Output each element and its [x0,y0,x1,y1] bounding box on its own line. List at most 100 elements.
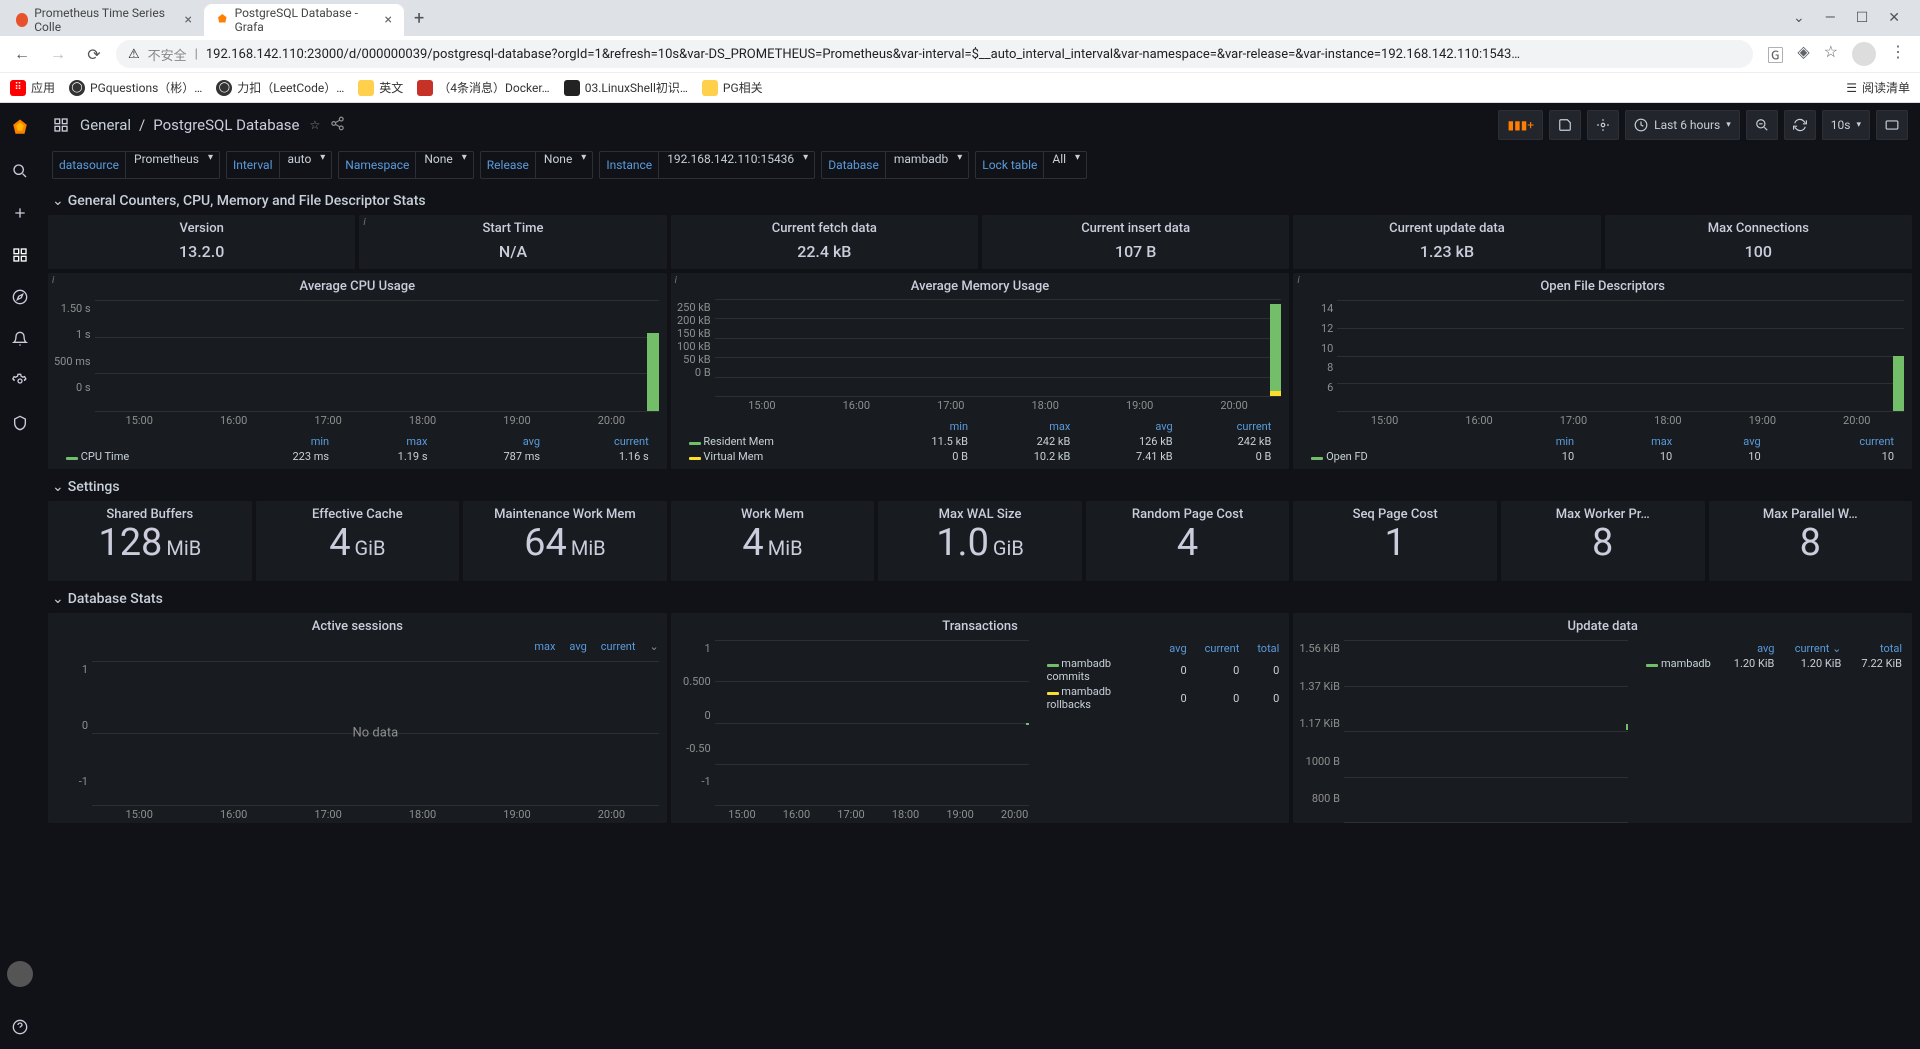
var-locktable[interactable]: All [1043,151,1087,179]
save-button[interactable] [1549,110,1581,140]
bookmark-item[interactable]: 03.LinuxShell初识… [564,79,688,96]
alerts-icon[interactable] [8,327,32,351]
close-icon[interactable]: × [385,12,392,28]
bookmarks-bar: ⠿应用 ◯PGquestions（彬）… ◯力扣（LeetCode）… 英文 （… [0,72,1920,102]
tab-bar: Prometheus Time Series Colle × PostgreSQ… [0,0,1920,36]
var-datasource[interactable]: Prometheus [125,151,220,179]
plot-area[interactable] [95,300,659,412]
shield-icon[interactable] [8,411,32,435]
nodata-label: No data [353,726,399,741]
apps-button[interactable]: ⠿应用 [10,79,55,96]
extension-icon[interactable]: ◈ [1797,42,1809,66]
var-label: Lock table [975,151,1043,179]
user-avatar[interactable] [7,961,33,987]
security-label: 不安全 [148,45,187,64]
refresh-interval[interactable]: 10s▾ [1822,110,1870,140]
grafana-logo-icon[interactable] [6,113,34,141]
explore-icon[interactable] [8,285,32,309]
variable-bar: datasourcePrometheus Intervalauto Namesp… [40,147,1920,187]
bookmark-item[interactable]: ◯力扣（LeetCode）… [216,79,344,96]
url-input[interactable]: ⚠ 不安全 | 192.168.142.110:23000/d/00000003… [116,40,1753,68]
plot-area[interactable] [715,299,1282,397]
zoom-out-button[interactable] [1746,110,1778,140]
stats-row: Version 13.2.0 i Start Time N/A Current … [40,215,1920,273]
chevron-down-icon: ⌄ [52,479,64,495]
menu-icon[interactable]: ⋮ [1890,42,1906,66]
panel-insert-data: Current insert data 107 B [982,215,1289,269]
bookmark-item[interactable]: PG相关 [702,79,763,96]
address-bar: ← → ⟳ ⚠ 不安全 | 192.168.142.110:23000/d/00… [0,36,1920,72]
plot-area[interactable] [715,640,1029,806]
info-icon[interactable]: i [363,217,365,228]
dashboards-icon[interactable] [8,243,32,267]
minimize-icon[interactable]: — [1825,10,1836,26]
var-interval[interactable]: auto [279,151,333,179]
var-label: Release [480,151,535,179]
info-icon[interactable]: i [1297,275,1299,286]
dbstats-panels: Active sessions maxavgcurrent⌄ 10-1 No d… [40,613,1920,827]
panel-memory-usage: i Average Memory Usage 250 kB200 kB150 k… [671,273,1290,469]
bookmark-item[interactable]: （4条消息）Docker… [417,79,549,96]
tab-grafana[interactable]: PostgreSQL Database - Grafa × [204,4,404,36]
info-icon[interactable]: i [675,275,677,286]
plot-area[interactable]: No data [92,661,659,806]
row-header-settings[interactable]: ⌄Settings [40,473,1920,501]
var-instance[interactable]: 192.168.142.110:15436 [658,151,815,179]
graphs-row: i Average CPU Usage 1.50 s1 s500 ms0 s 1… [40,273,1920,473]
row-header-dbstats[interactable]: ⌄Database Stats [40,585,1920,613]
add-panel-button[interactable]: ▮▮▮+ [1498,110,1543,140]
chevron-down-icon: ⌄ [52,193,64,209]
panel-transactions: Transactions 10.5000-0.50-1 avgcurrentto… [671,613,1290,823]
maximize-icon[interactable]: ☐ [1856,10,1869,26]
profile-icon[interactable] [1852,42,1876,66]
translate-icon[interactable]: 🄶 [1767,42,1783,66]
share-icon[interactable] [330,116,345,134]
grafana-app: General / PostgreSQL Database ☆ ▮▮▮+ Las… [0,103,1920,1049]
bookmark-item[interactable]: ◯PGquestions（彬）… [69,79,202,96]
breadcrumb-folder[interactable]: General [80,116,131,134]
tab-prometheus[interactable]: Prometheus Time Series Colle × [4,4,204,36]
reading-list[interactable]: ☰阅读清单 [1846,79,1910,96]
bookmark-item[interactable]: 英文 [358,79,403,96]
panel-shared-buffers: Shared Buffers128MiB [48,501,252,581]
panel-start-time: i Start Time N/A [359,215,666,269]
panel-effective-cache: Effective Cache4GiB [256,501,460,581]
close-icon[interactable]: ✕ [1888,10,1900,26]
search-icon[interactable] [8,159,32,183]
plot-area[interactable] [1337,300,1904,412]
gear-icon[interactable] [8,369,32,393]
var-label: Database [821,151,885,179]
plot-area[interactable] [1344,640,1628,823]
info-icon[interactable]: i [52,275,54,286]
close-icon[interactable]: × [185,12,192,28]
new-tab-button[interactable]: + [404,8,434,29]
plus-icon[interactable] [8,201,32,225]
var-label: Instance [599,151,658,179]
chevron-down-icon[interactable]: ⌄ [1793,10,1805,26]
time-picker[interactable]: Last 6 hours▾ [1625,110,1740,140]
panel-seq-page: Seq Page Cost1 [1293,501,1497,581]
refresh-button[interactable] [1784,110,1816,140]
panel-max-worker: Max Worker Pr…8 [1501,501,1705,581]
back-button[interactable]: ← [8,40,36,68]
row-header-counters[interactable]: ⌄General Counters, CPU, Memory and File … [40,187,1920,215]
star-icon[interactable]: ☆ [1824,42,1838,66]
var-release[interactable]: None [535,151,593,179]
chevron-down-icon: ⌄ [52,591,64,607]
var-label: datasource [52,151,125,179]
var-database[interactable]: mambadb [885,151,969,179]
var-namespace[interactable]: None [415,151,473,179]
reload-button[interactable]: ⟳ [80,40,108,68]
browser-chrome: Prometheus Time Series Colle × PostgreSQ… [0,0,1920,103]
panel-max-connections: Max Connections 100 [1605,215,1912,269]
breadcrumb: General / PostgreSQL Database [80,116,299,134]
star-icon[interactable]: ☆ [309,118,320,132]
y-axis: 1.50 s1 s500 ms0 s [52,300,95,412]
panel-update-data-graph: Update data 1.56 KiB1.37 KiB1.17 KiB1000… [1293,613,1912,823]
tv-mode-button[interactable] [1876,110,1908,140]
panel-maint-work-mem: Maintenance Work Mem64MiB [463,501,667,581]
help-icon[interactable] [8,1015,32,1039]
forward-button[interactable]: → [44,40,72,68]
insecure-icon: ⚠ [128,47,140,62]
settings-button[interactable] [1587,110,1619,140]
